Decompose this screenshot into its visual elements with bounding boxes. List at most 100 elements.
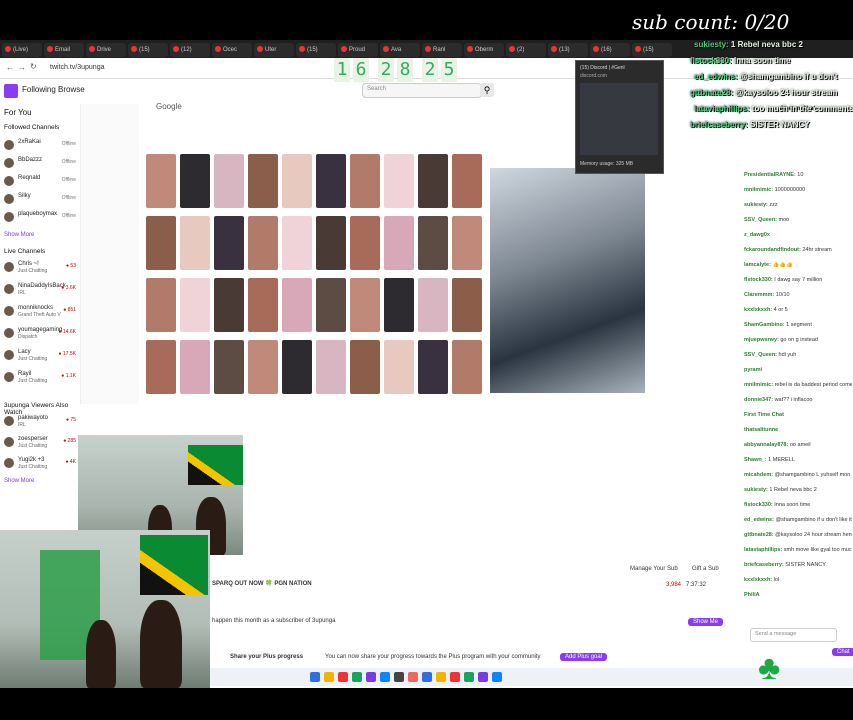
browser-tab[interactable]: Oberm (464, 43, 504, 57)
sidebar-channel[interactable]: Yugi2k +3 Just Chatting ● 4K (4, 456, 78, 472)
nav-following[interactable]: Following (22, 85, 56, 94)
image-thumbnail[interactable] (214, 278, 244, 332)
show-me-button[interactable]: Show Me (688, 618, 724, 626)
image-thumbnail[interactable] (282, 340, 312, 394)
sidebar-channel[interactable]: monniknocks Grand Theft Auto V ● 851 (4, 304, 78, 320)
taskbar-app-icon[interactable] (422, 672, 432, 682)
image-thumbnail[interactable] (146, 154, 176, 208)
taskbar-app-icon[interactable] (450, 672, 460, 682)
image-thumbnail[interactable] (248, 340, 278, 394)
image-thumbnail[interactable] (418, 154, 448, 208)
browser-tab[interactable]: Drive (86, 43, 126, 57)
image-thumbnail[interactable] (248, 216, 278, 270)
chat-username[interactable]: donnie347: (744, 397, 775, 403)
taskbar-app-icon[interactable] (352, 672, 362, 682)
image-thumbnail[interactable] (180, 340, 210, 394)
image-thumbnail[interactable] (384, 154, 414, 208)
image-thumbnail[interactable] (452, 278, 482, 332)
search-input[interactable]: Search (362, 83, 482, 98)
sidebar-channel[interactable]: pakiwayoto IRL ● 75 (4, 414, 78, 430)
image-thumbnail[interactable] (248, 278, 278, 332)
chat-username[interactable]: fckaroundandfindout: (744, 247, 802, 253)
browser-tab[interactable]: Ocec (212, 43, 252, 57)
search-icon[interactable]: ⚲ (480, 83, 494, 97)
image-thumbnail[interactable] (248, 154, 278, 208)
chat-username[interactable]: z_dawg0x (744, 232, 770, 238)
chat-username[interactable]: sukiesty: (744, 202, 769, 208)
chat-username[interactable]: flstock330: (744, 277, 774, 283)
image-thumbnail[interactable] (384, 278, 414, 332)
browser-tab[interactable]: (13) (548, 43, 588, 57)
image-thumbnail[interactable] (214, 154, 244, 208)
chat-username[interactable]: flstock330: (744, 502, 774, 508)
taskbar-app-icon[interactable] (464, 672, 474, 682)
image-thumbnail[interactable] (350, 154, 380, 208)
image-thumbnail[interactable] (180, 154, 210, 208)
image-thumbnail[interactable] (282, 278, 312, 332)
image-thumbnail[interactable] (316, 340, 346, 394)
chat-username[interactable]: kxxlxkxxh: (744, 577, 774, 583)
taskbar-app-icon[interactable] (380, 672, 390, 682)
chat-username[interactable]: abbyannalay878: (744, 442, 790, 448)
chat-username[interactable]: lamcalyte: (744, 262, 772, 268)
chat-username[interactable]: gttbnate28: (744, 532, 775, 538)
taskbar-app-icon[interactable] (436, 672, 446, 682)
image-thumbnail[interactable] (146, 216, 176, 270)
sidebar-channel[interactable]: youmagegaming Dispatch ● 14.6K (4, 326, 78, 342)
nav-browse[interactable]: Browse (58, 85, 85, 94)
sidebar-channel[interactable]: 2xRaKai Offline (4, 138, 78, 154)
sidebar-channel[interactable]: NinaDaddyIsBack IRL ● 3.6K (4, 282, 78, 298)
gift-sub-button[interactable]: Gift a Sub (692, 566, 719, 572)
chat-username[interactable]: mjuepwsrwy: (744, 337, 780, 343)
browser-tab[interactable]: (15) (296, 43, 336, 57)
taskbar-app-icon[interactable] (310, 672, 320, 682)
image-thumbnail[interactable] (282, 216, 312, 270)
chat-username[interactable]: pyrami (744, 367, 762, 373)
image-thumbnail[interactable] (282, 154, 312, 208)
taskbar-app-icon[interactable] (338, 672, 348, 682)
browser-tab[interactable]: (15) (632, 43, 672, 57)
chat-username[interactable]: ed_edwins: (744, 517, 775, 523)
sidebar-channel[interactable]: Silky Offline (4, 192, 78, 208)
show-more-link-2[interactable]: Show More (4, 478, 34, 484)
manage-sub-button[interactable]: Manage Your Sub (630, 566, 678, 572)
image-thumbnail[interactable] (384, 340, 414, 394)
taskbar-app-icon[interactable] (492, 672, 502, 682)
chat-username[interactable]: thatsaltiunne (744, 427, 778, 433)
image-thumbnail[interactable] (146, 340, 176, 394)
chat-username[interactable]: micahdem: (744, 472, 775, 478)
chat-send-button[interactable]: Chat (832, 648, 853, 656)
image-thumbnail[interactable] (146, 278, 176, 332)
chat-username[interactable]: sukiesty: (744, 487, 769, 493)
image-thumbnail[interactable] (384, 216, 414, 270)
taskbar-app-icon[interactable] (408, 672, 418, 682)
sidebar-channel[interactable]: plaqueboymax Offline (4, 210, 78, 226)
browser-tab[interactable]: (2) (506, 43, 546, 57)
image-thumbnail[interactable] (180, 278, 210, 332)
browser-tab[interactable]: (15) (128, 43, 168, 57)
image-thumbnail[interactable] (180, 216, 210, 270)
image-thumbnail[interactable] (452, 340, 482, 394)
image-thumbnail[interactable] (452, 216, 482, 270)
chat-username[interactable]: PhiliA (744, 592, 760, 598)
chat-username[interactable]: kxxlxkxxh: (744, 307, 774, 313)
taskbar-app-icon[interactable] (478, 672, 488, 682)
chat-username[interactable]: lataviaphillips: (744, 547, 784, 553)
image-thumbnail[interactable] (350, 216, 380, 270)
image-thumbnail[interactable] (350, 340, 380, 394)
image-thumbnail[interactable] (418, 216, 448, 270)
taskbar-app-icon[interactable] (324, 672, 334, 682)
url-text[interactable]: twitch.tv/3upunga (50, 62, 350, 74)
taskbar-app-icon[interactable] (366, 672, 376, 682)
plus-goal-button[interactable]: Add Plus goal (560, 653, 608, 661)
sidebar-channel[interactable]: BbDazzz Offline (4, 156, 78, 172)
browser-tab[interactable]: Proud (338, 43, 378, 57)
chat-username[interactable]: PresidentialRAYNE: (744, 172, 797, 178)
back-icon[interactable]: ← (6, 63, 14, 72)
image-thumbnail[interactable] (418, 278, 448, 332)
sidebar-channel[interactable]: Rayil Just Chatting ● 1.1K (4, 370, 78, 386)
chat-username[interactable]: briefcaseberry: (744, 562, 785, 568)
show-more-link[interactable]: Show More (4, 232, 34, 238)
forward-icon[interactable]: → (18, 63, 26, 72)
chat-username[interactable]: SSV_Queen: (744, 352, 779, 358)
